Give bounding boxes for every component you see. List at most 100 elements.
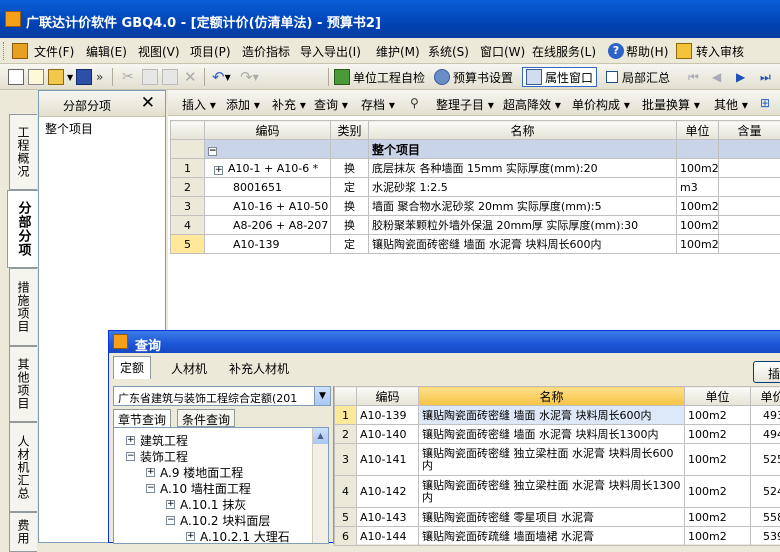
name-cell[interactable]: 镶贴陶瓷面砖密缝 墙面 水泥膏 块料周长600内 <box>419 406 685 425</box>
batch-convert-menu[interactable]: 批量换算 ▾ <box>642 96 700 113</box>
tree-scrollbar[interactable]: ▲ <box>312 428 328 544</box>
tree-node[interactable]: +A.9 楼地面工程 <box>146 464 243 481</box>
qty-cell[interactable] <box>719 178 780 197</box>
menu-system[interactable]: 系统(S) <box>428 43 469 60</box>
quota-row[interactable]: 2 A10-140 镶贴陶瓷面砖密缝 墙面 水泥膏 块料周长1300内 100m… <box>335 425 780 444</box>
tab-supplement-resources[interactable]: 补充人材机 <box>223 358 295 378</box>
audit-icon[interactable] <box>676 43 692 59</box>
expand-icon[interactable]: + <box>166 500 175 509</box>
code-cell[interactable]: A10-16 + A10-50 <box>205 197 331 216</box>
quota-row[interactable]: 4 A10-142 镶贴陶瓷面砖密缝 独立梁柱面 水泥膏 块料周长1300内 1… <box>335 476 780 508</box>
group-row[interactable]: − 整个项目 <box>171 140 780 159</box>
unit-cell[interactable]: 100m2 <box>685 406 751 425</box>
collapse-icon[interactable]: − <box>146 484 155 493</box>
name-cell[interactable]: 镶贴陶瓷面砖密缝 独立梁柱面 水泥膏 块料周长600内 <box>419 444 685 476</box>
unit-cell[interactable]: 100m2 <box>677 235 719 254</box>
table-row[interactable]: 2 8001651 定 水泥砂浆 1:2.5 m3 <box>171 178 780 197</box>
code-cell[interactable]: A8-206 + A8-207 <box>205 216 331 235</box>
code-cell[interactable]: A10-139 <box>205 235 331 254</box>
menu-import-export[interactable]: 导入导出(I) <box>300 43 361 60</box>
nav-last-button[interactable]: ⏭ <box>760 68 771 86</box>
qty-cell[interactable] <box>719 159 780 178</box>
copy-button[interactable] <box>142 68 161 86</box>
expand-icon[interactable]: + <box>146 468 155 477</box>
cut-button[interactable]: ✂ <box>122 68 134 86</box>
tree-node[interactable]: −A.10 墙柱面工程 <box>146 480 251 497</box>
unit-cell[interactable]: m3 <box>677 178 719 197</box>
qty-cell[interactable] <box>719 216 780 235</box>
new-template-button[interactable] <box>28 68 47 86</box>
archive-menu[interactable]: 存档 ▾ <box>361 96 395 113</box>
price-cell[interactable]: 4940 <box>751 425 780 444</box>
overflow-button[interactable]: » <box>96 68 103 86</box>
unit-cell[interactable]: 100m2 <box>685 425 751 444</box>
unit-cell[interactable]: 100m2 <box>677 197 719 216</box>
nav-prev-button[interactable]: ◀ <box>712 68 721 86</box>
find-icon[interactable]: ⚲ <box>410 96 419 110</box>
name-cell[interactable]: 镶贴陶瓷面砖密缝 独立梁柱面 水泥膏 块料周长1300内 <box>419 476 685 508</box>
type-cell[interactable]: 换 <box>331 216 369 235</box>
tab-project-overview[interactable]: 工程概况 <box>9 114 37 190</box>
tab-other-items[interactable]: 其他项目 <box>9 346 37 422</box>
menu-online-service[interactable]: 在线服务(L) <box>532 43 596 60</box>
code-cell[interactable]: A10-139 <box>357 406 419 425</box>
type-cell[interactable]: 定 <box>331 235 369 254</box>
tab-resource-summary[interactable]: 人材机汇总 <box>9 422 37 512</box>
tab-quota[interactable]: 定额 <box>113 356 151 379</box>
unit-cell[interactable]: 100m2 <box>685 476 751 508</box>
menu-window[interactable]: 窗口(W) <box>480 43 525 60</box>
tab-chapter-search[interactable]: 章节查询 <box>113 409 171 427</box>
col-qty[interactable]: 含量 <box>719 121 780 140</box>
tree-node[interactable]: +A.10.2.1 大理石 <box>186 528 290 544</box>
quota-row[interactable]: 5 A10-143 镶贴陶瓷面砖密缝 零星项目 水泥膏 100m2 5585 <box>335 508 780 527</box>
name-cell[interactable]: 镶贴陶瓷面砖密缝 墙面 水泥膏 块料周长1300内 <box>419 425 685 444</box>
name-cell[interactable]: 底层抹灰 各种墙面 15mm 实际厚度(mm):20 <box>369 159 677 178</box>
partial-summary-checkbox[interactable] <box>606 71 618 83</box>
menu-view[interactable]: 视图(V) <box>138 43 180 60</box>
self-check-button[interactable]: 单位工程自检 <box>334 68 425 86</box>
close-icon[interactable]: ✕ <box>141 93 155 113</box>
query-menu[interactable]: 查询 ▾ <box>314 96 348 113</box>
unit-price-menu[interactable]: 单价构成 ▾ <box>572 96 630 113</box>
menu-project[interactable]: 项目(P) <box>190 43 231 60</box>
price-cell[interactable]: 5253 <box>751 444 780 476</box>
code-cell[interactable]: +A10-1 + A10-6 * <box>205 159 331 178</box>
tree-view-icon[interactable]: ⊞ <box>760 96 770 110</box>
name-cell[interactable]: 胶粉聚苯颗粒外墙外保温 20mm厚 实际厚度(mm):30 <box>369 216 677 235</box>
insert-button[interactable]: 插 <box>753 361 780 383</box>
col-code[interactable]: 编码 <box>357 387 419 406</box>
menu-maintain[interactable]: 维护(M) <box>376 43 420 60</box>
col-unit[interactable]: 单位 <box>677 121 719 140</box>
qty-cell[interactable] <box>719 235 780 254</box>
undo-button[interactable]: ↶▼ <box>212 68 231 86</box>
table-row[interactable]: 1 +A10-1 + A10-6 * 换 底层抹灰 各种墙面 15mm 实际厚度… <box>171 159 780 178</box>
tab-fees[interactable]: 费用 <box>9 512 37 552</box>
tree-node[interactable]: +建筑工程 <box>126 432 188 449</box>
price-cell[interactable]: 4930 <box>751 406 780 425</box>
name-cell[interactable]: 镶贴陶瓷面砖密缝 零星项目 水泥膏 <box>419 508 685 527</box>
unit-cell[interactable]: 100m2 <box>685 444 751 476</box>
expand-icon[interactable]: + <box>126 436 135 445</box>
col-unit[interactable]: 单位 <box>685 387 751 406</box>
unit-cell[interactable]: 100m2 <box>677 216 719 235</box>
col-name[interactable]: 名称 <box>369 121 677 140</box>
delete-button[interactable]: ✕ <box>184 68 197 86</box>
help-icon[interactable]: ? <box>608 43 624 59</box>
query-title-bar[interactable]: 查询 <box>109 331 780 353</box>
code-cell[interactable]: A10-141 <box>357 444 419 476</box>
collapse-icon[interactable]: − <box>208 147 217 156</box>
organize-menu[interactable]: 整理子目 ▾ <box>436 96 494 113</box>
name-cell[interactable]: 水泥砂浆 1:2.5 <box>369 178 677 197</box>
redo-button[interactable]: ↷▼ <box>240 68 259 86</box>
name-cell[interactable]: 墙面 聚合物水泥砂浆 20mm 实际厚度(mm):5 <box>369 197 677 216</box>
collapse-icon[interactable]: − <box>166 516 175 525</box>
code-cell[interactable]: 8001651 <box>205 178 331 197</box>
menu-help[interactable]: 帮助(H) <box>626 43 668 60</box>
tab-sub-items[interactable]: 分部分项 <box>7 190 38 268</box>
chevron-down-icon[interactable]: ▼ <box>314 387 330 405</box>
insert-menu[interactable]: 插入 ▾ <box>182 96 216 113</box>
tab-measures[interactable]: 措施项目 <box>9 268 37 346</box>
table-row[interactable]: 4 A8-206 + A8-207 换 胶粉聚苯颗粒外墙外保温 20mm厚 实际… <box>171 216 780 235</box>
expand-icon[interactable]: + <box>186 532 195 541</box>
add-menu[interactable]: 添加 ▾ <box>226 96 260 113</box>
